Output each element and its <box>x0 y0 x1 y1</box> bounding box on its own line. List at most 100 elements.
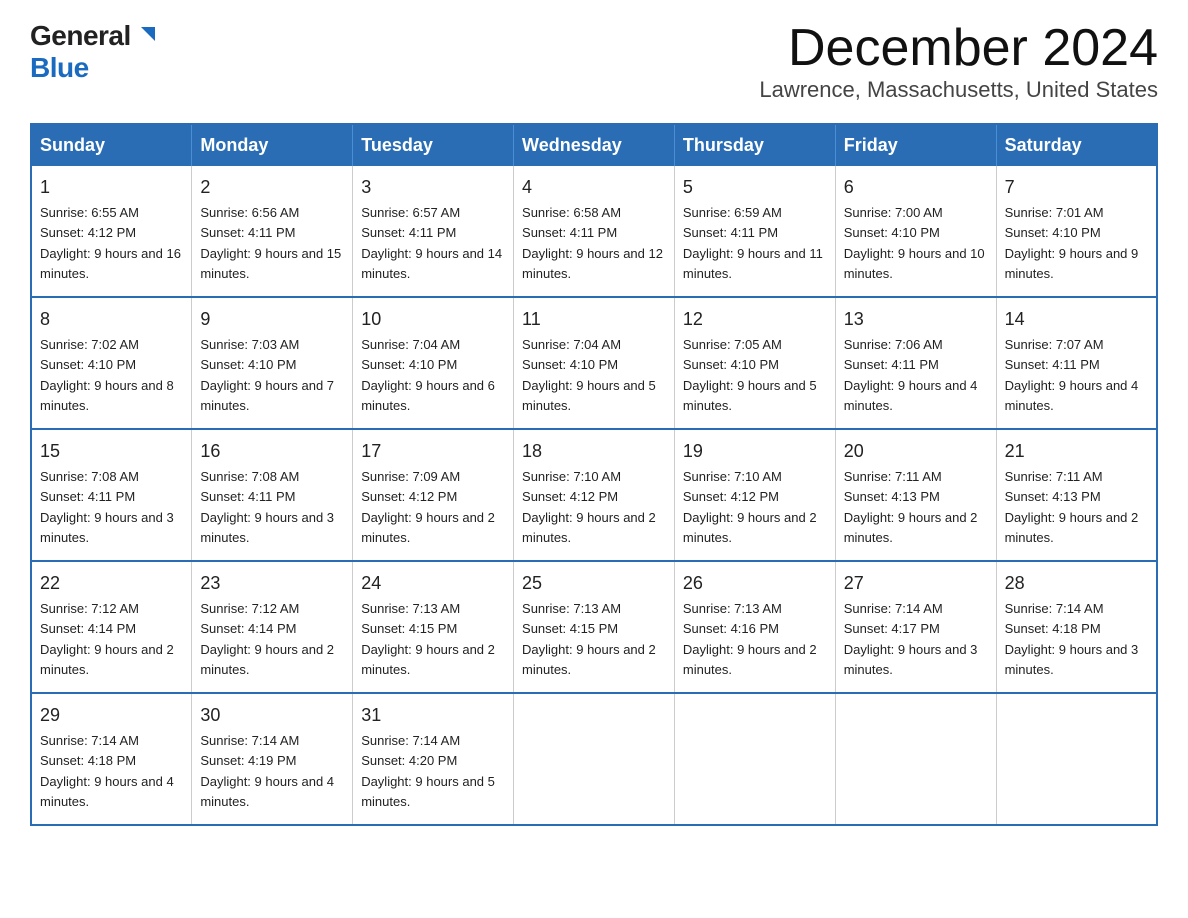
day-number: 23 <box>200 570 344 597</box>
calendar-day-27: 27 Sunrise: 7:14 AMSunset: 4:17 PMDaylig… <box>835 561 996 693</box>
day-number: 14 <box>1005 306 1148 333</box>
day-number: 15 <box>40 438 183 465</box>
calendar-day-10: 10 Sunrise: 7:04 AMSunset: 4:10 PMDaylig… <box>353 297 514 429</box>
day-info: Sunrise: 7:08 AMSunset: 4:11 PMDaylight:… <box>40 469 174 545</box>
calendar-week-1: 1 Sunrise: 6:55 AMSunset: 4:12 PMDayligh… <box>31 166 1157 297</box>
empty-cell <box>996 693 1157 825</box>
day-number: 27 <box>844 570 988 597</box>
calendar-day-20: 20 Sunrise: 7:11 AMSunset: 4:13 PMDaylig… <box>835 429 996 561</box>
day-info: Sunrise: 6:55 AMSunset: 4:12 PMDaylight:… <box>40 205 181 281</box>
day-number: 20 <box>844 438 988 465</box>
weekday-header-saturday: Saturday <box>996 124 1157 166</box>
weekday-header-thursday: Thursday <box>674 124 835 166</box>
logo-general-text: General <box>30 20 131 52</box>
day-info: Sunrise: 7:14 AMSunset: 4:20 PMDaylight:… <box>361 733 495 809</box>
weekday-header-friday: Friday <box>835 124 996 166</box>
calendar-day-16: 16 Sunrise: 7:08 AMSunset: 4:11 PMDaylig… <box>192 429 353 561</box>
calendar-day-14: 14 Sunrise: 7:07 AMSunset: 4:11 PMDaylig… <box>996 297 1157 429</box>
weekday-header-monday: Monday <box>192 124 353 166</box>
day-info: Sunrise: 7:03 AMSunset: 4:10 PMDaylight:… <box>200 337 334 413</box>
day-info: Sunrise: 7:00 AMSunset: 4:10 PMDaylight:… <box>844 205 985 281</box>
day-number: 22 <box>40 570 183 597</box>
day-info: Sunrise: 7:06 AMSunset: 4:11 PMDaylight:… <box>844 337 978 413</box>
day-info: Sunrise: 7:13 AMSunset: 4:16 PMDaylight:… <box>683 601 817 677</box>
day-number: 5 <box>683 174 827 201</box>
day-number: 31 <box>361 702 505 729</box>
day-info: Sunrise: 7:12 AMSunset: 4:14 PMDaylight:… <box>40 601 174 677</box>
empty-cell <box>674 693 835 825</box>
calendar-day-12: 12 Sunrise: 7:05 AMSunset: 4:10 PMDaylig… <box>674 297 835 429</box>
day-info: Sunrise: 7:10 AMSunset: 4:12 PMDaylight:… <box>683 469 817 545</box>
day-number: 24 <box>361 570 505 597</box>
weekday-header-wednesday: Wednesday <box>514 124 675 166</box>
day-info: Sunrise: 7:08 AMSunset: 4:11 PMDaylight:… <box>200 469 334 545</box>
day-info: Sunrise: 7:05 AMSunset: 4:10 PMDaylight:… <box>683 337 817 413</box>
calendar-day-5: 5 Sunrise: 6:59 AMSunset: 4:11 PMDayligh… <box>674 166 835 297</box>
empty-cell <box>514 693 675 825</box>
day-info: Sunrise: 6:57 AMSunset: 4:11 PMDaylight:… <box>361 205 502 281</box>
day-info: Sunrise: 7:09 AMSunset: 4:12 PMDaylight:… <box>361 469 495 545</box>
day-number: 19 <box>683 438 827 465</box>
day-number: 29 <box>40 702 183 729</box>
day-info: Sunrise: 6:58 AMSunset: 4:11 PMDaylight:… <box>522 205 663 281</box>
calendar-day-29: 29 Sunrise: 7:14 AMSunset: 4:18 PMDaylig… <box>31 693 192 825</box>
calendar-day-17: 17 Sunrise: 7:09 AMSunset: 4:12 PMDaylig… <box>353 429 514 561</box>
logo-line1: General <box>30 20 159 52</box>
day-number: 12 <box>683 306 827 333</box>
calendar-day-24: 24 Sunrise: 7:13 AMSunset: 4:15 PMDaylig… <box>353 561 514 693</box>
day-number: 28 <box>1005 570 1148 597</box>
day-number: 18 <box>522 438 666 465</box>
day-info: Sunrise: 7:14 AMSunset: 4:18 PMDaylight:… <box>1005 601 1139 677</box>
logo-arrow-icon <box>137 20 159 52</box>
title-block: December 2024 Lawrence, Massachusetts, U… <box>759 20 1158 103</box>
day-info: Sunrise: 7:14 AMSunset: 4:19 PMDaylight:… <box>200 733 334 809</box>
day-info: Sunrise: 7:13 AMSunset: 4:15 PMDaylight:… <box>522 601 656 677</box>
calendar-day-8: 8 Sunrise: 7:02 AMSunset: 4:10 PMDayligh… <box>31 297 192 429</box>
calendar-day-28: 28 Sunrise: 7:14 AMSunset: 4:18 PMDaylig… <box>996 561 1157 693</box>
calendar-header-row: SundayMondayTuesdayWednesdayThursdayFrid… <box>31 124 1157 166</box>
day-info: Sunrise: 6:59 AMSunset: 4:11 PMDaylight:… <box>683 205 823 281</box>
calendar-day-11: 11 Sunrise: 7:04 AMSunset: 4:10 PMDaylig… <box>514 297 675 429</box>
day-info: Sunrise: 7:10 AMSunset: 4:12 PMDaylight:… <box>522 469 656 545</box>
calendar-week-2: 8 Sunrise: 7:02 AMSunset: 4:10 PMDayligh… <box>31 297 1157 429</box>
day-number: 17 <box>361 438 505 465</box>
day-info: Sunrise: 7:11 AMSunset: 4:13 PMDaylight:… <box>1005 469 1139 545</box>
day-number: 3 <box>361 174 505 201</box>
day-number: 6 <box>844 174 988 201</box>
weekday-header-tuesday: Tuesday <box>353 124 514 166</box>
calendar-day-9: 9 Sunrise: 7:03 AMSunset: 4:10 PMDayligh… <box>192 297 353 429</box>
logo-blue-text: Blue <box>30 52 89 84</box>
calendar-day-23: 23 Sunrise: 7:12 AMSunset: 4:14 PMDaylig… <box>192 561 353 693</box>
calendar-day-18: 18 Sunrise: 7:10 AMSunset: 4:12 PMDaylig… <box>514 429 675 561</box>
weekday-header-sunday: Sunday <box>31 124 192 166</box>
calendar-day-26: 26 Sunrise: 7:13 AMSunset: 4:16 PMDaylig… <box>674 561 835 693</box>
day-info: Sunrise: 6:56 AMSunset: 4:11 PMDaylight:… <box>200 205 341 281</box>
calendar-week-4: 22 Sunrise: 7:12 AMSunset: 4:14 PMDaylig… <box>31 561 1157 693</box>
day-number: 25 <box>522 570 666 597</box>
day-info: Sunrise: 7:13 AMSunset: 4:15 PMDaylight:… <box>361 601 495 677</box>
day-info: Sunrise: 7:04 AMSunset: 4:10 PMDaylight:… <box>522 337 656 413</box>
page-subtitle: Lawrence, Massachusetts, United States <box>759 77 1158 103</box>
day-number: 8 <box>40 306 183 333</box>
empty-cell <box>835 693 996 825</box>
calendar-day-3: 3 Sunrise: 6:57 AMSunset: 4:11 PMDayligh… <box>353 166 514 297</box>
day-info: Sunrise: 7:01 AMSunset: 4:10 PMDaylight:… <box>1005 205 1139 281</box>
calendar-day-21: 21 Sunrise: 7:11 AMSunset: 4:13 PMDaylig… <box>996 429 1157 561</box>
day-number: 10 <box>361 306 505 333</box>
day-number: 13 <box>844 306 988 333</box>
day-number: 4 <box>522 174 666 201</box>
calendar-day-6: 6 Sunrise: 7:00 AMSunset: 4:10 PMDayligh… <box>835 166 996 297</box>
calendar-day-4: 4 Sunrise: 6:58 AMSunset: 4:11 PMDayligh… <box>514 166 675 297</box>
day-number: 30 <box>200 702 344 729</box>
day-info: Sunrise: 7:14 AMSunset: 4:18 PMDaylight:… <box>40 733 174 809</box>
calendar-day-31: 31 Sunrise: 7:14 AMSunset: 4:20 PMDaylig… <box>353 693 514 825</box>
day-number: 2 <box>200 174 344 201</box>
day-number: 16 <box>200 438 344 465</box>
calendar-day-2: 2 Sunrise: 6:56 AMSunset: 4:11 PMDayligh… <box>192 166 353 297</box>
calendar-day-13: 13 Sunrise: 7:06 AMSunset: 4:11 PMDaylig… <box>835 297 996 429</box>
day-number: 26 <box>683 570 827 597</box>
day-info: Sunrise: 7:07 AMSunset: 4:11 PMDaylight:… <box>1005 337 1139 413</box>
calendar-day-7: 7 Sunrise: 7:01 AMSunset: 4:10 PMDayligh… <box>996 166 1157 297</box>
calendar-week-3: 15 Sunrise: 7:08 AMSunset: 4:11 PMDaylig… <box>31 429 1157 561</box>
page-header: General Blue December 2024 Lawrence, Mas… <box>30 20 1158 103</box>
